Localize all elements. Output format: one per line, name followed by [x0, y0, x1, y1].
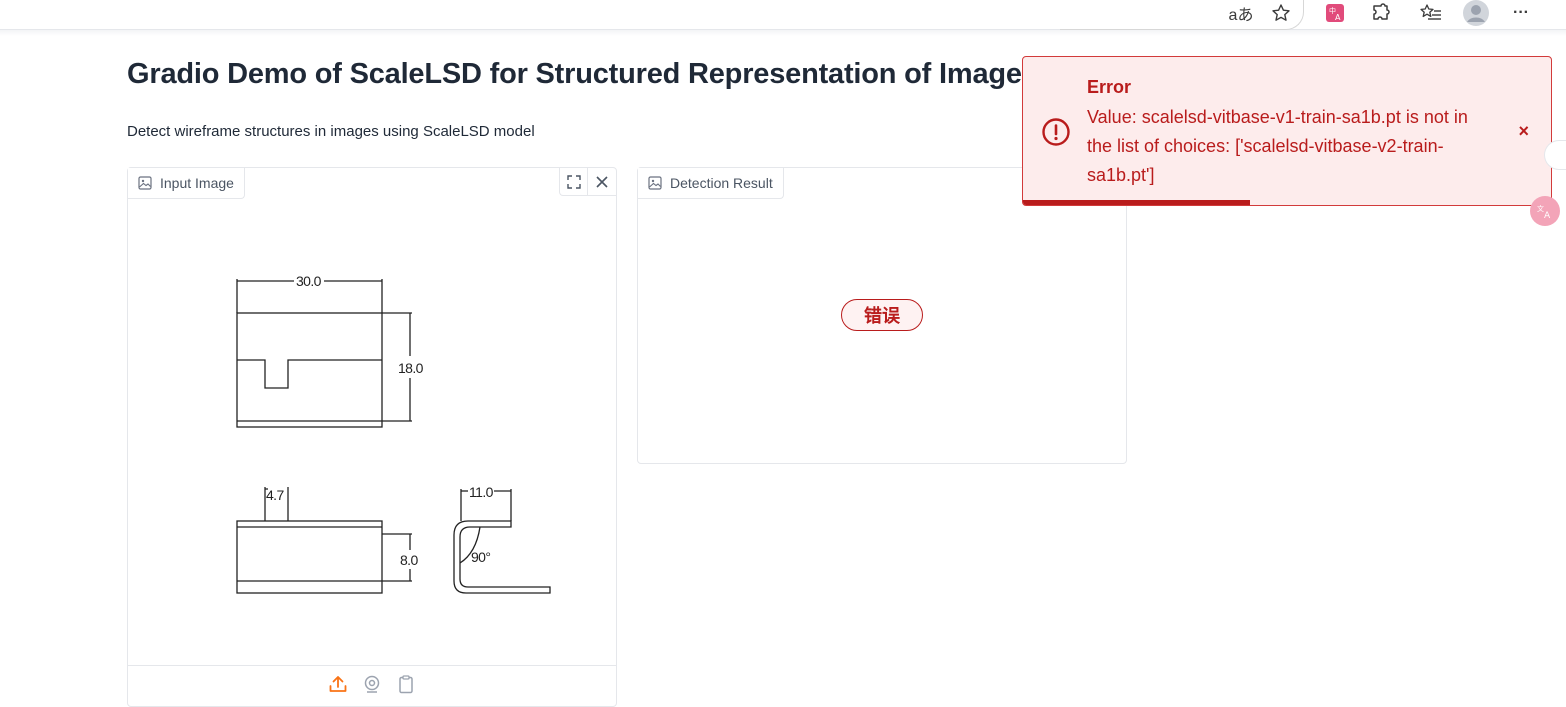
- profile-avatar-icon[interactable]: [1460, 0, 1492, 26]
- dim-angle: 90°: [471, 549, 490, 565]
- image-source-bar: [128, 665, 616, 707]
- input-image-label: Input Image: [128, 168, 245, 199]
- dim-notch-width: 4.7: [266, 487, 284, 503]
- favorites-list-icon[interactable]: [1416, 0, 1446, 26]
- read-aloud-icon[interactable]: aあ: [1226, 0, 1256, 26]
- clear-image-icon[interactable]: [588, 168, 616, 195]
- upload-icon[interactable]: [328, 674, 348, 699]
- page-title: Gradio Demo of ScaleLSD for Structured R…: [127, 58, 1022, 90]
- detection-result-panel: Detection Result 错误: [637, 167, 1127, 464]
- extensions-puzzle-icon[interactable]: [1366, 0, 1396, 26]
- fullscreen-icon[interactable]: [560, 168, 588, 195]
- error-alert-icon: [1042, 118, 1070, 146]
- toast-timer-bar: [1023, 200, 1251, 205]
- page-description: Detect wireframe structures in images us…: [127, 123, 535, 140]
- svg-text:A: A: [1335, 13, 1341, 22]
- detection-result-label-text: Detection Result: [670, 175, 773, 191]
- dim-height-lower: 8.0: [400, 552, 418, 568]
- toast-message: Value: scalelsd-vitbase-v1-train-sa1b.pt…: [1087, 107, 1468, 185]
- svg-text:文: 文: [1537, 204, 1544, 213]
- close-icon[interactable]: ×: [1518, 121, 1529, 142]
- translate-extension-icon[interactable]: 中A: [1322, 0, 1348, 26]
- svg-text:A: A: [1544, 211, 1551, 220]
- favorite-star-icon[interactable]: [1266, 0, 1296, 26]
- detection-result-label: Detection Result: [638, 168, 784, 199]
- toolbar-shadow: [0, 30, 1566, 36]
- clipboard-icon[interactable]: [396, 674, 416, 699]
- webcam-icon[interactable]: [362, 674, 382, 699]
- browser-toolbar: aあ 中A ···: [0, 0, 1566, 30]
- input-technical-drawing: 30.0 18.0 4.7 8.0 11.0 90°: [236, 273, 551, 594]
- input-image-panel[interactable]: Input Image 30.0 18.0 4.7 8.0 11.0 90°: [127, 167, 617, 707]
- dim-side-width: 11.0: [469, 484, 494, 500]
- floating-extension-icon[interactable]: 文A: [1530, 196, 1560, 226]
- toast-title: Error: [1087, 77, 1132, 97]
- error-status-badge: 错误: [841, 299, 923, 331]
- error-toast: Error Value: scalelsd-vitbase-v1-train-s…: [1022, 56, 1552, 206]
- floating-panel-edge[interactable]: [1544, 140, 1566, 170]
- dim-width-top: 30.0: [296, 273, 322, 289]
- image-icon: [138, 176, 152, 190]
- dim-height-right: 18.0: [398, 360, 424, 376]
- more-menu-icon[interactable]: ···: [1506, 0, 1536, 26]
- image-actions: [559, 168, 616, 196]
- image-icon: [648, 176, 662, 190]
- input-image-label-text: Input Image: [160, 175, 234, 191]
